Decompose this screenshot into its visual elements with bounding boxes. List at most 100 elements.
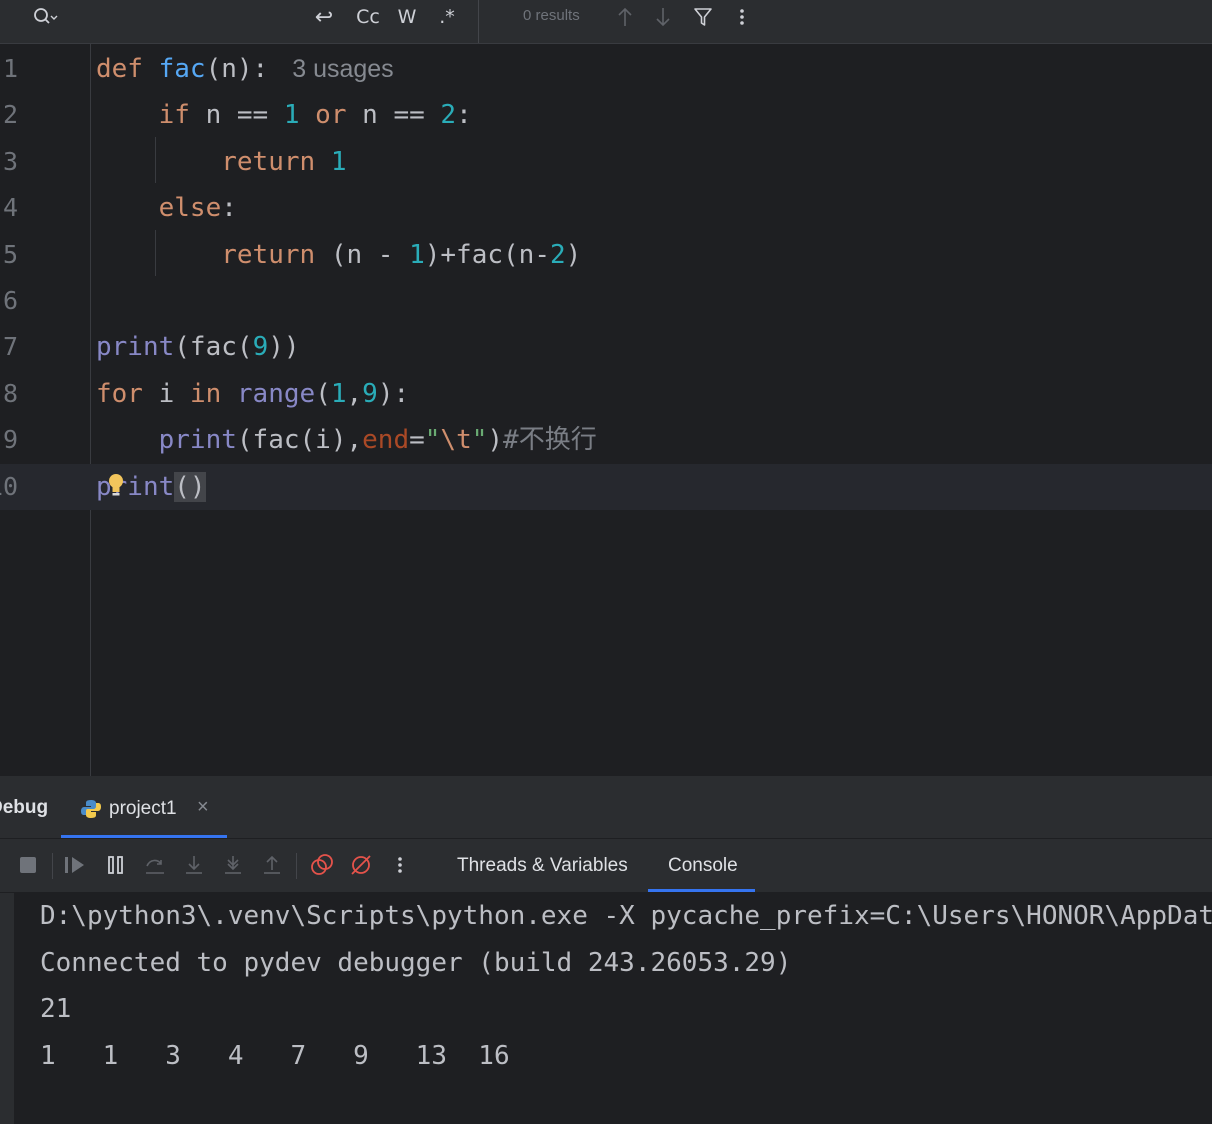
code-token: " bbox=[424, 425, 441, 456]
search-field[interactable]: ↩ Cc W .* bbox=[0, 0, 479, 43]
whole-words-button[interactable]: W bbox=[394, 0, 420, 34]
match-case-button[interactable]: Cc bbox=[352, 0, 384, 34]
mute-breakpoints-icon[interactable] bbox=[349, 853, 373, 877]
close-tab-icon[interactable]: × bbox=[197, 796, 209, 819]
line-number: 6 bbox=[2, 286, 18, 315]
code-token: 1 bbox=[330, 146, 347, 177]
code-token: , bbox=[346, 378, 363, 409]
line-number: 1 bbox=[2, 54, 18, 83]
usages-inlay-hint[interactable]: 3 usages bbox=[292, 55, 393, 83]
code-editor[interactable]: 1 def fac(n): 3 usages 2 if n == 1 or n == … bbox=[0, 44, 1212, 776]
code-token: ) bbox=[487, 425, 504, 456]
code-token: 9 bbox=[252, 332, 269, 363]
code-token: else bbox=[158, 193, 222, 224]
code-token: n == bbox=[189, 100, 284, 131]
code-token: (n): bbox=[205, 54, 269, 84]
code-line[interactable]: 7 print(fac(9)) bbox=[0, 324, 1212, 370]
step-into-icon[interactable] bbox=[182, 853, 206, 877]
line-number: 2 bbox=[2, 100, 18, 130]
console-line: 1 1 3 4 7 9 13 16 bbox=[40, 1041, 510, 1071]
code-text: return 1 bbox=[96, 139, 346, 185]
debug-toolbar: Threads & Variables Console bbox=[0, 839, 1212, 893]
code-token: return bbox=[221, 146, 331, 177]
force-step-into-icon[interactable] bbox=[221, 853, 245, 877]
code-token: n == bbox=[346, 100, 441, 131]
code-token: 9 bbox=[362, 378, 378, 409]
code-token: = bbox=[409, 425, 425, 456]
code-line[interactable]: 1 def fac(n): 3 usages bbox=[0, 46, 1212, 92]
code-token: : bbox=[456, 100, 472, 131]
code-token: ( bbox=[315, 378, 331, 409]
code-text: print(fac(9)) bbox=[96, 324, 300, 370]
console-line: D:\python3\.venv\Scripts\python.exe -X p… bbox=[40, 901, 1212, 931]
console-line: 21 bbox=[40, 994, 72, 1024]
code-line[interactable]: 4 else: bbox=[0, 185, 1212, 231]
console-output[interactable]: D:\python3\.venv\Scripts\python.exe -X p… bbox=[14, 893, 1212, 1124]
code-token: : bbox=[221, 193, 237, 224]
code-token: (n - bbox=[330, 239, 410, 270]
more-options-icon[interactable] bbox=[732, 0, 752, 34]
code-line[interactable]: 5 return (n - 1)+fac(n-2) bbox=[0, 232, 1212, 278]
tab-console[interactable]: Console bbox=[668, 855, 738, 877]
code-line[interactable]: 2 if n == 1 or n == 2: bbox=[0, 92, 1212, 138]
line-number: 4 bbox=[2, 193, 18, 223]
code-text: def fac(n): 3 usages bbox=[96, 46, 394, 92]
code-token: )+fac(n- bbox=[424, 239, 550, 270]
code-line[interactable]: 3 return 1 bbox=[0, 139, 1212, 185]
tab-project1[interactable]: project1 × bbox=[61, 776, 227, 838]
code-text: if n == 1 or n == 2: bbox=[96, 92, 472, 138]
regex-button[interactable]: .* bbox=[434, 0, 460, 34]
code-line[interactable]: 8 for i in range(1,9): bbox=[0, 371, 1212, 417]
code-token: fac bbox=[158, 54, 206, 84]
code-token: (fac( bbox=[174, 332, 253, 363]
code-token: 1 bbox=[330, 378, 347, 409]
code-token: or bbox=[315, 100, 347, 131]
tab-threads-variables[interactable]: Threads & Variables bbox=[457, 855, 628, 877]
pause-icon[interactable] bbox=[104, 853, 128, 877]
stop-icon[interactable] bbox=[16, 853, 40, 877]
more-actions-icon[interactable] bbox=[388, 853, 412, 877]
code-text: else: bbox=[96, 185, 237, 231]
code-token: 1 bbox=[409, 239, 425, 270]
resume-icon[interactable] bbox=[64, 853, 88, 877]
code-token: print bbox=[158, 425, 237, 456]
step-over-icon[interactable] bbox=[143, 853, 167, 877]
code-text: for i in range(1,9): bbox=[96, 371, 409, 417]
code-token: #不换行 bbox=[503, 425, 597, 456]
python-icon bbox=[80, 798, 102, 825]
code-token: range bbox=[236, 378, 316, 409]
code-text: print(fac(i),end="\t")#不换行 bbox=[96, 417, 597, 463]
code-line[interactable]: 10print() bbox=[0, 463, 1212, 510]
code-token: def bbox=[96, 54, 159, 84]
code-token: i bbox=[142, 378, 190, 409]
line-number: 10 bbox=[0, 471, 19, 501]
code-token: print bbox=[96, 332, 175, 363]
debug-title: Debug bbox=[0, 797, 49, 818]
filter-icon[interactable] bbox=[692, 0, 714, 34]
code-token: ) bbox=[565, 239, 582, 270]
tab-label: project1 bbox=[109, 798, 177, 819]
code-line[interactable]: 9 print(fac(i),end="\t")#不换行 bbox=[0, 417, 1212, 463]
debug-tool-window: Debug project1 × bbox=[0, 776, 1212, 1124]
code-token: for bbox=[96, 378, 143, 409]
find-bar: ↩ Cc W .* 0 results bbox=[0, 0, 1212, 44]
previous-occurrence-icon[interactable] bbox=[614, 0, 636, 34]
code-token: (fac(i), bbox=[236, 425, 363, 456]
next-occurrence-icon[interactable] bbox=[652, 0, 674, 34]
active-tab-indicator bbox=[61, 835, 227, 838]
code-line[interactable]: 6 bbox=[0, 278, 1212, 324]
console-line: Connected to pydev debugger (build 243.2… bbox=[40, 948, 792, 978]
search-history-icon[interactable] bbox=[30, 0, 60, 34]
step-out-icon[interactable] bbox=[260, 853, 284, 877]
preserve-case-icon[interactable]: ↩ bbox=[310, 0, 338, 34]
code-token: \t bbox=[440, 425, 472, 456]
lightbulb-icon[interactable] bbox=[106, 472, 126, 500]
code-token: if bbox=[158, 100, 190, 131]
code-token: return bbox=[221, 239, 331, 270]
view-breakpoints-icon[interactable] bbox=[310, 853, 334, 877]
code-token: () bbox=[174, 471, 206, 502]
code-token: end bbox=[362, 425, 410, 456]
